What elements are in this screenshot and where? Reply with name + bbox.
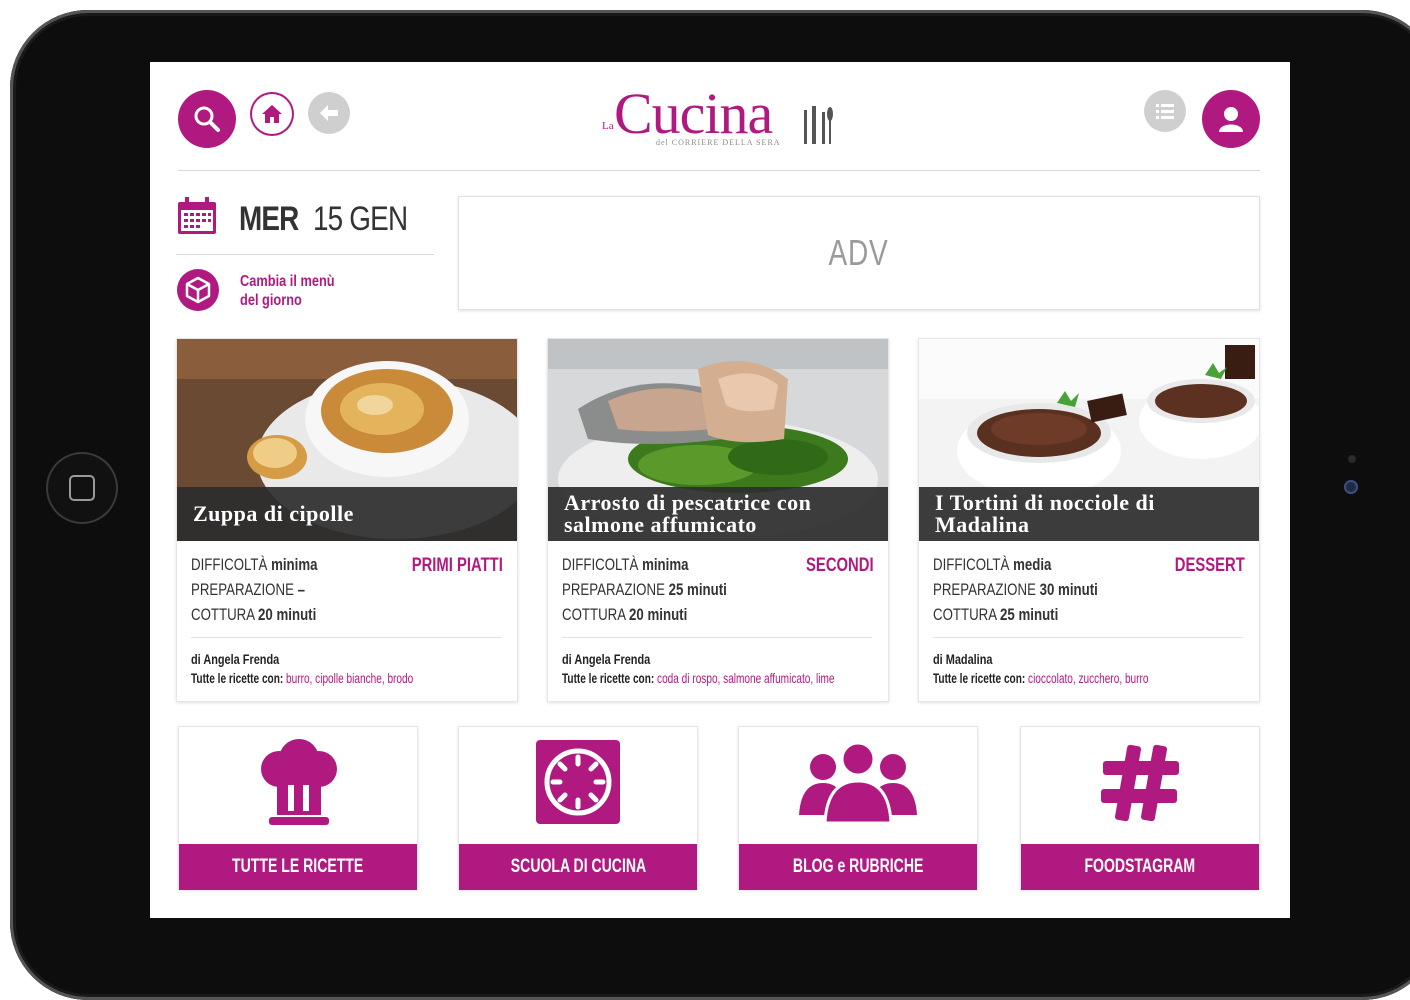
tile-label: BLOG e RUBRICHE bbox=[792, 856, 924, 877]
recipe-title: Arrosto di pescatrice con salmone affumi… bbox=[564, 490, 812, 537]
brand-prefix: La bbox=[602, 120, 614, 132]
people-icon bbox=[799, 741, 917, 825]
home-icon[interactable] bbox=[250, 92, 294, 136]
foodstagram-tile[interactable]: FOODSTAGRAM bbox=[1020, 726, 1260, 890]
tile-label-bar: TUTTE LE RICETTE bbox=[179, 844, 417, 890]
tile-label-bar: SCUOLA DI CUCINA bbox=[459, 844, 697, 890]
recipe-card[interactable]: Arrosto di pescatrice con salmone affumi… bbox=[547, 338, 889, 702]
device-sensor bbox=[1348, 455, 1356, 463]
recipe-card[interactable]: Zuppa di cipolle DIFFICOLTÀ minima PREPA… bbox=[176, 338, 518, 702]
user-icon[interactable] bbox=[1202, 90, 1260, 148]
tile-label-bar: FOODSTAGRAM bbox=[1021, 844, 1259, 890]
card-divider bbox=[933, 637, 1243, 638]
calendar-icon bbox=[178, 197, 216, 234]
date-day: 15 GEN bbox=[313, 200, 408, 238]
date-weekday: MER bbox=[239, 200, 299, 238]
brand-subtitle: del CORRIERE DELLA SERA bbox=[656, 138, 781, 147]
recipe-category-link[interactable]: DESSERT bbox=[1175, 555, 1245, 577]
date-display: MER 15 GEN bbox=[176, 196, 434, 255]
cooking-row: COTTURA 20 minuti bbox=[562, 605, 688, 624]
app-screen: La Cucina del CORRIERE DELLA SERA MER 15… bbox=[150, 62, 1290, 918]
recipe-meta: DIFFICOLTÀ media PREPARAZIONE 30 minuti … bbox=[933, 555, 1245, 635]
chef-hat-icon bbox=[261, 739, 337, 825]
recipe-author: di Angela Frenda bbox=[191, 651, 280, 667]
recipe-category-link[interactable]: PRIMI PIATTI bbox=[412, 555, 503, 577]
cube-icon bbox=[177, 269, 219, 311]
tile-label-bar: BLOG e RUBRICHE bbox=[739, 844, 977, 890]
recipe-meta: DIFFICOLTÀ minima PREPARAZIONE – COTTURA… bbox=[191, 555, 503, 635]
blog-tile[interactable]: BLOG e RUBRICHE bbox=[738, 726, 978, 890]
device-home-button[interactable] bbox=[46, 452, 118, 524]
all-recipes-tile[interactable]: TUTTE LE RICETTE bbox=[178, 726, 418, 890]
change-menu-button[interactable]: Cambia il menù del giorno bbox=[176, 268, 434, 314]
header-divider bbox=[178, 170, 1260, 171]
hashtag-icon bbox=[1101, 744, 1179, 822]
recipe-tag-links[interactable]: cioccolato, zucchero, burro bbox=[1028, 670, 1148, 686]
recipe-tags: Tutte le ricette con: coda di rospo, sal… bbox=[562, 670, 835, 686]
tile-label: TUTTE LE RICETTE bbox=[232, 856, 364, 877]
change-menu-label: Cambia il menù del giorno bbox=[240, 273, 335, 309]
recipe-title-bar: Zuppa di cipolle bbox=[177, 487, 517, 541]
tile-label: FOODSTAGRAM bbox=[1084, 856, 1196, 877]
cooking-row: COTTURA 25 minuti bbox=[933, 605, 1059, 624]
recipe-author: di Madalina bbox=[933, 651, 993, 667]
card-divider bbox=[562, 637, 872, 638]
recipe-tag-links[interactable]: coda di rospo, salmone affumicato, lime bbox=[657, 670, 834, 686]
difficulty-row: DIFFICOLTÀ minima bbox=[191, 555, 318, 574]
recipe-meta: DIFFICOLTÀ minima PREPARAZIONE 25 minuti… bbox=[562, 555, 874, 635]
preparation-row: PREPARAZIONE 30 minuti bbox=[933, 580, 1098, 599]
ad-label: ADV bbox=[828, 232, 890, 273]
difficulty-row: DIFFICOLTÀ media bbox=[933, 555, 1052, 574]
tile-label: SCUOLA DI CUCINA bbox=[510, 856, 646, 877]
recipe-title-bar: I Tortini di nocciole di Madalina bbox=[919, 487, 1259, 541]
timer-icon bbox=[536, 740, 620, 824]
recipe-card[interactable]: I Tortini di nocciole di Madalina DIFFIC… bbox=[918, 338, 1260, 702]
preparation-row: PREPARAZIONE 25 minuti bbox=[562, 580, 727, 599]
brand-name: Cucina bbox=[614, 81, 773, 146]
recipe-title-bar: Arrosto di pescatrice con salmone affumi… bbox=[548, 487, 888, 541]
preparation-row: PREPARAZIONE – bbox=[191, 580, 305, 599]
difficulty-row: DIFFICOLTÀ minima bbox=[562, 555, 689, 574]
cutlery-icon bbox=[804, 106, 833, 144]
search-icon[interactable] bbox=[178, 90, 236, 148]
recipe-category-link[interactable]: SECONDI bbox=[806, 555, 874, 577]
brand-logo: La Cucina del CORRIERE DELLA SERA bbox=[598, 80, 868, 150]
recipe-tag-links[interactable]: burro, cipolle bianche, brodo bbox=[286, 670, 413, 686]
recipe-author: di Angela Frenda bbox=[562, 651, 651, 667]
recipe-tags: Tutte le ricette con: cioccolato, zucche… bbox=[933, 670, 1149, 686]
card-divider bbox=[191, 637, 501, 638]
menu-list-icon[interactable] bbox=[1144, 90, 1186, 132]
recipe-tags: Tutte le ricette con: burro, cipolle bia… bbox=[191, 670, 414, 686]
device-camera bbox=[1344, 480, 1358, 494]
back-icon[interactable] bbox=[308, 92, 350, 134]
recipe-title: I Tortini di nocciole di Madalina bbox=[935, 490, 1155, 537]
cooking-school-tile[interactable]: SCUOLA DI CUCINA bbox=[458, 726, 698, 890]
ad-banner[interactable]: ADV bbox=[458, 196, 1260, 310]
recipe-title: Zuppa di cipolle bbox=[193, 501, 354, 526]
cooking-row: COTTURA 20 minuti bbox=[191, 605, 317, 624]
